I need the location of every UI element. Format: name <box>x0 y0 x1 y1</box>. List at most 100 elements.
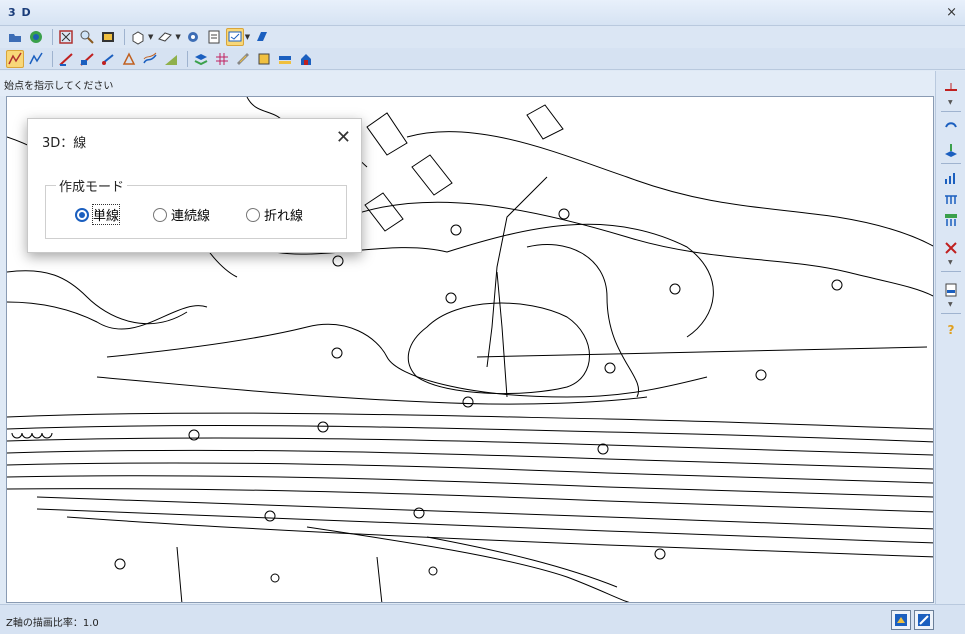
survey-point <box>654 548 666 560</box>
surface-icon[interactable] <box>78 50 96 68</box>
dialog-close-button[interactable]: ✕ <box>336 127 351 148</box>
survey-point <box>332 255 344 267</box>
contour-line <box>476 346 928 358</box>
zoom-icon[interactable] <box>78 28 96 46</box>
house-icon[interactable] <box>297 50 315 68</box>
view-mode-button-1[interactable] <box>891 610 911 630</box>
point-icon[interactable] <box>99 50 117 68</box>
survey-point <box>264 510 276 522</box>
clipboard-icon[interactable] <box>205 28 223 46</box>
contour-line <box>7 437 933 456</box>
contour-line <box>66 516 933 558</box>
grid-icon[interactable] <box>213 50 231 68</box>
toolbar-separator <box>941 111 961 112</box>
building-outline <box>366 112 408 156</box>
fill-icon[interactable] <box>255 50 273 68</box>
toolbar-separator <box>52 29 53 45</box>
survey-point <box>462 396 474 408</box>
view-mode-button-2[interactable] <box>914 610 934 630</box>
select-mode-icon[interactable] <box>225 28 244 46</box>
title-bar: 3 D × <box>0 0 965 26</box>
sync-icon[interactable] <box>27 28 45 46</box>
cut-icon[interactable] <box>941 239 961 257</box>
settings-gear-icon[interactable] <box>184 28 202 46</box>
status-bar: Z軸の描画比率：1.0 <box>0 604 965 634</box>
layer-icon[interactable] <box>253 28 271 46</box>
survey-point <box>270 573 280 583</box>
survey-point <box>755 369 767 381</box>
contour-line <box>7 412 933 430</box>
view-plane-icon[interactable] <box>156 28 174 46</box>
survey-point <box>428 566 438 576</box>
radio-indicator[interactable] <box>153 207 167 222</box>
toolbar-separator <box>52 50 53 67</box>
survey-point <box>114 558 126 570</box>
contour-icon[interactable] <box>141 50 159 68</box>
prompt-text: 始点を指示してください <box>4 81 114 92</box>
rotate-icon[interactable] <box>941 117 961 135</box>
dwg-file-icon[interactable] <box>941 281 961 299</box>
radio-indicator[interactable] <box>75 207 89 222</box>
layer-up-icon[interactable] <box>941 141 961 159</box>
slope-icon[interactable] <box>162 50 180 68</box>
radio-single-line[interactable]: 単線 <box>75 204 121 225</box>
contour-line <box>406 131 933 247</box>
window-title: 3 D <box>8 6 32 19</box>
tin-icon[interactable] <box>941 189 961 207</box>
toolbar-separator <box>941 313 961 314</box>
window-close-button[interactable]: × <box>946 5 957 20</box>
survey-point <box>831 279 843 291</box>
chevron-down-icon[interactable]: ▼ <box>948 99 953 106</box>
chevron-down-icon[interactable]: ▼ <box>175 33 180 41</box>
tin-grid-icon[interactable] <box>941 211 961 229</box>
radio-label: 単線 <box>91 204 121 225</box>
contour-line <box>36 508 933 544</box>
contour-line <box>7 488 933 513</box>
prompt-line: 始点を指示してください <box>0 71 965 96</box>
contour-line <box>526 243 640 398</box>
toolbar-separator <box>124 29 125 45</box>
contour-line <box>7 301 208 330</box>
drawing-canvas[interactable]: 3D：線 ✕ 作成モード 単線 連続線 折れ線 <box>6 96 934 603</box>
toolbar-bottom <box>0 48 965 70</box>
building-outline <box>411 154 453 196</box>
zoom-all-icon[interactable] <box>57 28 75 46</box>
contour-line <box>7 449 933 470</box>
survey-point <box>413 507 425 519</box>
export-icon[interactable] <box>276 50 294 68</box>
line-edit-icon[interactable] <box>27 50 45 68</box>
contour-line <box>7 425 933 443</box>
tree-line <box>11 432 53 439</box>
building-outline <box>526 104 564 140</box>
survey-point <box>331 347 343 359</box>
measure-icon[interactable] <box>234 50 252 68</box>
zoom-window-icon[interactable] <box>99 28 117 46</box>
triangle-icon[interactable] <box>120 50 138 68</box>
chevron-down-icon[interactable]: ▼ <box>148 33 153 41</box>
help-icon[interactable]: ? <box>941 321 961 339</box>
toolbar-separator <box>187 50 188 67</box>
building-outline <box>364 192 404 232</box>
contour-line <box>7 270 188 325</box>
baseline-icon[interactable] <box>941 79 961 97</box>
radio-polyline[interactable]: 折れ線 <box>246 205 303 224</box>
bar-chart-icon[interactable] <box>941 169 961 187</box>
line-draw-icon[interactable] <box>6 49 24 68</box>
radio-continuous-line[interactable]: 連続線 <box>153 205 210 224</box>
z-ratio-label: Z軸の描画比率：1.0 <box>6 618 99 629</box>
creation-mode-label: 作成モード <box>56 176 128 195</box>
polyline-icon[interactable] <box>57 50 75 68</box>
chevron-down-icon[interactable]: ▼ <box>948 259 953 266</box>
open-icon[interactable] <box>6 28 24 46</box>
layer-stack-icon[interactable] <box>192 50 210 68</box>
view-box-icon[interactable] <box>129 28 147 46</box>
contour-line <box>407 302 590 395</box>
radio-indicator[interactable] <box>246 207 260 222</box>
toolbar-top: ▼ ▼ ▼ <box>0 26 965 48</box>
contour-line <box>306 526 630 602</box>
survey-point <box>604 362 616 374</box>
contour-line <box>176 546 183 602</box>
chevron-down-icon[interactable]: ▼ <box>245 33 250 41</box>
chevron-down-icon[interactable]: ▼ <box>948 301 953 308</box>
contour-line <box>376 556 383 602</box>
